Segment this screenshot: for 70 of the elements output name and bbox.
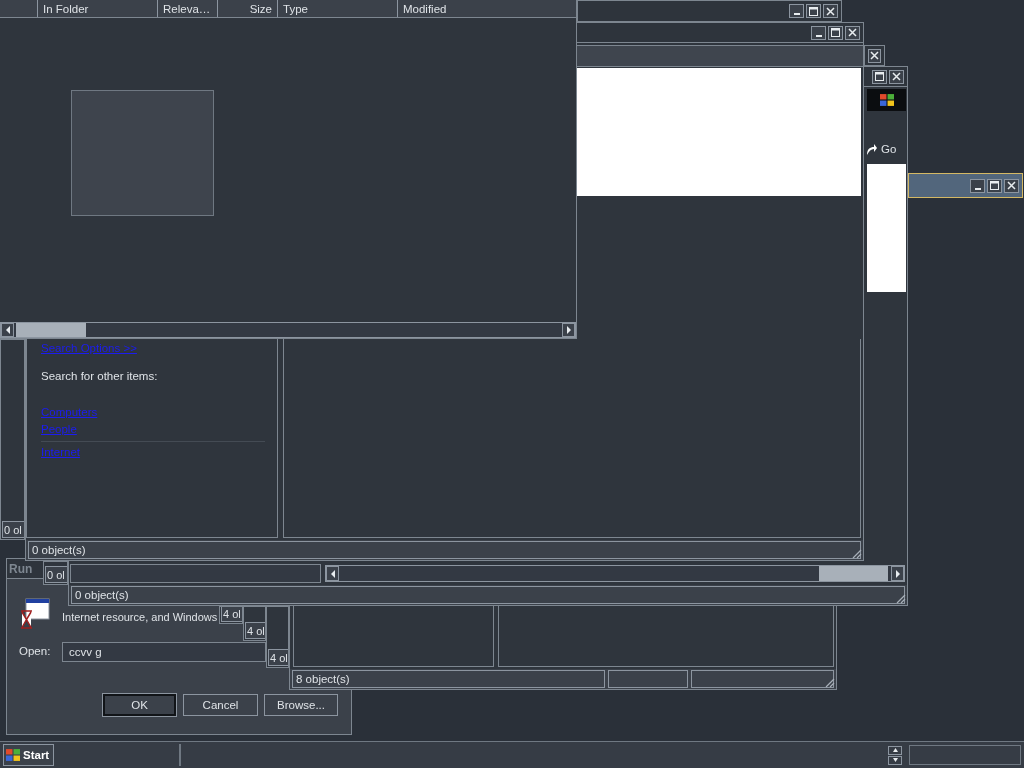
status-text: 8 object(s) bbox=[292, 670, 605, 688]
dialog-button[interactable]: OK bbox=[103, 694, 176, 716]
close-button[interactable] bbox=[1004, 178, 1019, 193]
scroll-thumb[interactable] bbox=[819, 566, 888, 581]
scroll-up-button[interactable] bbox=[888, 745, 902, 755]
status-text: 0 ol bbox=[2, 521, 24, 538]
close-icon bbox=[848, 28, 857, 37]
minimize-icon bbox=[974, 187, 981, 190]
close-button[interactable] bbox=[889, 69, 904, 84]
left-arrow-icon bbox=[329, 569, 336, 578]
open-label: Open: bbox=[19, 644, 51, 659]
status-text: 0 object(s) bbox=[71, 586, 905, 604]
start-button[interactable]: Start bbox=[3, 744, 55, 766]
window-title: Run bbox=[9, 561, 33, 576]
left-arrow-icon bbox=[4, 326, 11, 334]
resize-grip-icon[interactable] bbox=[823, 676, 835, 688]
maximize-button[interactable] bbox=[828, 25, 843, 40]
close-button[interactable] bbox=[823, 4, 838, 18]
go-arrow-icon bbox=[866, 143, 878, 155]
windows-flag-icon bbox=[879, 94, 894, 106]
resize-grip-icon[interactable] bbox=[850, 547, 862, 559]
horizontal-scrollbar[interactable] bbox=[325, 565, 905, 582]
status-text: 4 ol bbox=[221, 607, 242, 622]
maximize-icon bbox=[809, 6, 818, 16]
open-field[interactable]: ccvv g bbox=[62, 642, 266, 662]
column-header[interactable]: Releva… bbox=[157, 0, 217, 17]
dialog-button[interactable]: Cancel bbox=[183, 694, 258, 716]
maximize-icon bbox=[990, 181, 999, 190]
program-hourglass-icon bbox=[20, 598, 50, 630]
column-header[interactable]: Type bbox=[277, 0, 397, 17]
horizontal-scrollbar[interactable] bbox=[0, 322, 576, 338]
scroll-left-button[interactable] bbox=[1, 323, 14, 337]
maximize-button[interactable] bbox=[806, 4, 821, 18]
right-arrow-icon bbox=[894, 569, 901, 578]
field[interactable] bbox=[70, 564, 321, 583]
status-text: 0 object(s) bbox=[28, 541, 861, 559]
close-icon bbox=[826, 6, 835, 16]
section-heading: Search for other items: bbox=[41, 369, 158, 384]
scroll-down-button[interactable] bbox=[888, 755, 902, 765]
minimize-button[interactable] bbox=[789, 4, 804, 18]
scroll-right-button[interactable] bbox=[562, 323, 575, 337]
prompt-text: Internet resource, and Windows bbox=[62, 610, 218, 625]
scroll-left-button[interactable] bbox=[326, 566, 339, 581]
go-button[interactable]: Go bbox=[866, 139, 897, 159]
minimize-button[interactable] bbox=[811, 25, 826, 40]
minimize-icon bbox=[793, 13, 800, 15]
close-button[interactable] bbox=[845, 25, 860, 40]
status-text: 0 ol bbox=[45, 566, 67, 583]
column-header[interactable]: Size bbox=[217, 0, 277, 17]
status-text: 4 ol bbox=[245, 622, 265, 639]
dialog-button[interactable]: Browse... bbox=[264, 694, 338, 716]
resize-grip-icon[interactable] bbox=[894, 592, 906, 604]
minimize-button[interactable] bbox=[970, 178, 985, 193]
minimize-icon bbox=[815, 34, 822, 37]
down-arrow-icon bbox=[892, 758, 898, 762]
scroll-right-button[interactable] bbox=[891, 566, 904, 581]
right-arrow-icon bbox=[565, 326, 572, 334]
up-arrow-icon bbox=[892, 748, 898, 752]
maximize-button[interactable] bbox=[987, 178, 1002, 193]
maximize-icon bbox=[831, 28, 840, 37]
windows-flag-icon bbox=[6, 749, 20, 761]
scroll-thumb[interactable] bbox=[16, 323, 86, 337]
column-header[interactable]: Modified bbox=[397, 0, 575, 17]
status-text: 4 ol bbox=[268, 649, 288, 666]
close-icon bbox=[1007, 181, 1016, 190]
close-icon bbox=[892, 72, 901, 81]
column-header[interactable]: In Folder bbox=[37, 0, 157, 17]
close-icon bbox=[870, 51, 879, 60]
maximize-button[interactable] bbox=[872, 69, 887, 84]
maximize-icon bbox=[875, 72, 884, 81]
